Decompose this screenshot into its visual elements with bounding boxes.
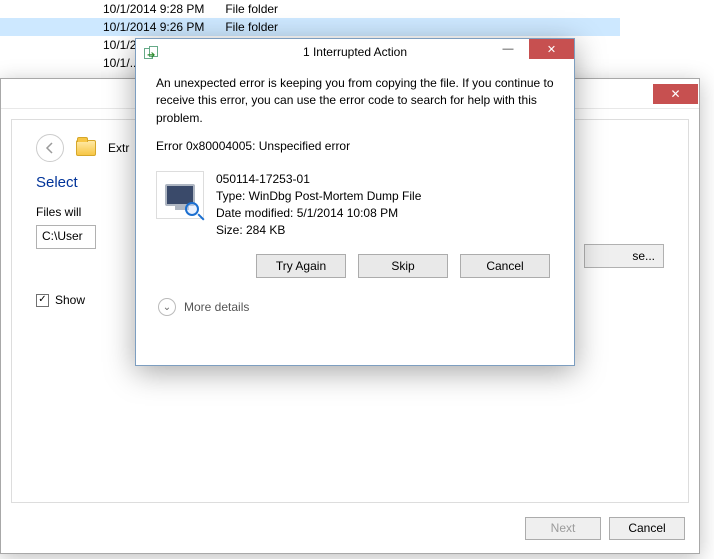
arrow-left-icon — [43, 141, 57, 155]
skip-button[interactable]: Skip — [358, 254, 448, 278]
show-extracted-checkbox[interactable]: ✓ — [36, 294, 49, 307]
dialog-message: An unexpected error is keeping you from … — [156, 75, 554, 127]
cancel-button[interactable]: Cancel — [460, 254, 550, 278]
more-details-toggle[interactable]: ⌄ More details — [156, 298, 554, 316]
folder-icon — [76, 140, 96, 156]
destination-path-input[interactable]: C:\User — [36, 225, 96, 249]
file-row[interactable]: 10/1/2014 9:28 PM File folder — [0, 0, 620, 18]
file-info-block: 050114-17253-01 Type: WinDbg Post-Mortem… — [156, 171, 554, 238]
file-type: File folder — [225, 18, 278, 36]
more-details-label: More details — [184, 300, 249, 314]
file-type: File folder — [225, 0, 278, 18]
magnifier-icon — [185, 202, 199, 216]
error-code-text: Error 0x80004005: Unspecified error — [156, 139, 554, 153]
file-name: 050114-17253-01 — [216, 171, 421, 188]
back-button[interactable] — [36, 134, 64, 162]
checkbox-label: Show — [55, 293, 85, 307]
dialog-titlebar[interactable]: ➔ 1 Interrupted Action — ✕ — [136, 39, 574, 67]
file-type-line: Type: WinDbg Post-Mortem Dump File — [216, 188, 421, 205]
browse-button[interactable]: se... — [584, 244, 664, 268]
file-date-line: Date modified: 5/1/2014 10:08 PM — [216, 205, 421, 222]
dump-file-icon — [156, 171, 204, 219]
interrupted-action-dialog: ➔ 1 Interrupted Action — ✕ An unexpected… — [135, 38, 575, 366]
file-date: 10/1/2014 9:28 PM — [0, 0, 222, 18]
file-row[interactable]: 10/1/2014 9:26 PM File folder — [0, 18, 620, 36]
close-button[interactable]: ✕ — [653, 84, 698, 104]
wizard-header-text: Extr — [108, 141, 129, 155]
try-again-button[interactable]: Try Again — [256, 254, 346, 278]
cancel-button[interactable]: Cancel — [609, 517, 685, 540]
file-size-line: Size: 284 KB — [216, 222, 421, 239]
close-button[interactable]: ✕ — [529, 39, 574, 59]
file-date: 10/1/2014 9:26 PM — [0, 18, 222, 36]
wizard-footer: Next Cancel — [1, 503, 699, 553]
chevron-down-icon: ⌄ — [158, 298, 176, 316]
minimize-button[interactable]: — — [487, 39, 529, 59]
next-button[interactable]: Next — [525, 517, 601, 540]
